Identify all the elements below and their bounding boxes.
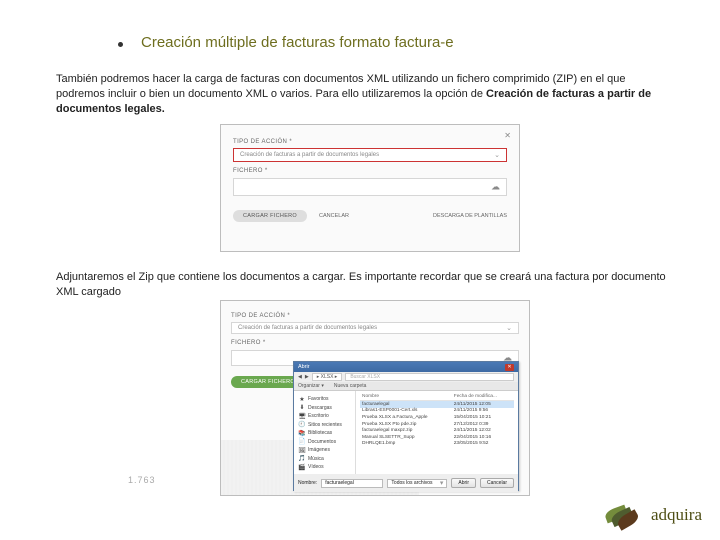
bullet-icon <box>118 42 123 47</box>
filetype-select[interactable]: Todos los archivos▾ <box>387 479 447 488</box>
dialog-titlebar[interactable]: Abrir ✕ <box>294 362 518 372</box>
folder-icon: 📄 <box>298 438 306 445</box>
dialog-search[interactable]: Buscar XLSX <box>345 373 514 381</box>
folder-icon: 🕘 <box>298 421 306 428</box>
logo-text: adquira <box>651 505 702 525</box>
close-icon[interactable]: ✕ <box>504 131 511 140</box>
chevron-down-icon: ⌄ <box>494 151 500 159</box>
tree-item[interactable]: ★Favoritos <box>298 396 351 403</box>
chevron-down-icon: ▾ <box>440 479 444 487</box>
heading-text: Creación múltiple de facturas formato fa… <box>141 34 454 51</box>
dialog-address-bar: ◀ ▶ ▸ XLSX ▸ Buscar XLSX <box>294 372 518 382</box>
cargar-fichero-button[interactable]: CARGAR FICHERO <box>233 210 307 222</box>
select-tipo-value: Creación de facturas a partir de documen… <box>240 152 379 158</box>
folder-icon: 📚 <box>298 430 306 437</box>
filename-input[interactable]: facturaelegal <box>321 479 383 488</box>
tree-item[interactable]: 🎬Vídeos <box>298 464 351 471</box>
toolbar-new-folder[interactable]: Nueva carpeta <box>334 383 367 389</box>
tree-item[interactable]: 🖥Escritorio <box>298 413 351 420</box>
dialog-title: Abrir <box>298 364 310 370</box>
nav-back-icon[interactable]: ◀ <box>298 374 302 380</box>
folder-icon: 🖥 <box>298 413 306 420</box>
cancel-button[interactable]: Cancelar <box>480 478 514 488</box>
label-fichero: FICHERO * <box>233 168 507 174</box>
nav-fwd-icon[interactable]: ▶ <box>305 374 309 380</box>
folder-icon: 🖼 <box>298 447 306 454</box>
paragraph-adjuntar: Adjuntaremos el Zip que contiene los doc… <box>56 270 668 300</box>
cancelar-link[interactable]: CANCELAR <box>319 213 349 219</box>
tree-item[interactable]: 🎵Música <box>298 455 351 462</box>
toolbar-organize[interactable]: Organizar ▾ <box>298 383 324 389</box>
select-tipo-value-2: Creación de facturas a partir de documen… <box>238 325 377 331</box>
folder-icon: 🎬 <box>298 464 306 471</box>
background-number-text: 1.763 <box>128 475 156 485</box>
embedded-form-tipo: ✕ TIPO DE ACCIÓN * Creación de facturas … <box>220 124 520 252</box>
label-tipo-accion: TIPO DE ACCIÓN * <box>233 139 507 145</box>
dialog-toolbar: Organizar ▾ Nueva carpeta <box>294 382 518 391</box>
label-fichero-2: FICHERO * <box>231 340 519 346</box>
file-row[interactable]: facturaelegal maxpz.zip24/11/2015 12:02 <box>360 427 514 434</box>
logo-mark-icon <box>601 504 647 526</box>
chevron-down-icon: ⌄ <box>506 324 512 332</box>
adquira-logo: adquira <box>601 504 702 526</box>
embedded-form-dialog: TIPO DE ACCIÓN * Creación de facturas a … <box>220 300 530 496</box>
tree-item[interactable]: 📄Documentos <box>298 438 351 445</box>
select-tipo-accion-2[interactable]: Creación de facturas a partir de documen… <box>231 322 519 334</box>
tree-item[interactable]: 🖼Imágenes <box>298 447 351 454</box>
dialog-close-icon[interactable]: ✕ <box>505 364 514 371</box>
tree-item[interactable]: 🕘Sitios recientes <box>298 421 351 428</box>
upload-field[interactable]: ☁ <box>233 178 507 196</box>
file-row[interactable]: Prueba XLSX Pto pde.zip27/12/2012 0:39 <box>360 421 514 428</box>
col-date[interactable]: Fecha de modifica... <box>452 393 514 401</box>
file-row[interactable]: Prueba XLSX a.Factura_Apple15/04/2015 10… <box>360 414 514 421</box>
filename-label: Nombre: <box>298 480 317 486</box>
dialog-tree: ★Favoritos⬇Descargas 🖥Escritorio🕘Sitios r… <box>294 391 356 474</box>
col-name[interactable]: Nombre <box>360 393 452 401</box>
breadcrumb[interactable]: ▸ XLSX ▸ <box>312 373 343 381</box>
descarga-plantillas-link[interactable]: DESCARGA DE PLANTILLAS <box>433 213 507 219</box>
cloud-upload-icon: ☁ <box>491 182 500 193</box>
file-row[interactable]: Libras1-ESP0001-Cert.xls24/11/2015 9:56 <box>360 408 514 415</box>
file-row[interactable]: DHRLQE1.bmp23/05/2015 9:52 <box>360 441 514 448</box>
select-tipo-accion[interactable]: Creación de facturas a partir de documen… <box>233 148 507 162</box>
folder-icon: 🎵 <box>298 455 306 462</box>
file-row[interactable]: Manual SLSETTR_Supp22/04/2015 10:16 <box>360 434 514 441</box>
paragraph-intro: También podremos hacer la carga de factu… <box>56 72 668 117</box>
file-row[interactable]: facturaelegal24/11/2015 12:05 <box>360 401 514 408</box>
dialog-footer: Nombre: facturaelegal Todos los archivos… <box>294 474 518 492</box>
open-button[interactable]: Abrir <box>451 478 476 488</box>
folder-icon: ⬇ <box>298 404 306 411</box>
tree-item[interactable]: 📚Bibliotecas <box>298 430 351 437</box>
label-tipo-accion-2: TIPO DE ACCIÓN * <box>231 313 519 319</box>
tree-item[interactable]: ⬇Descargas <box>298 404 351 411</box>
file-open-dialog: Abrir ✕ ◀ ▶ ▸ XLSX ▸ Buscar XLSX Organiz… <box>293 361 519 491</box>
folder-icon: ★ <box>298 396 306 403</box>
heading-row: Creación múltiple de facturas formato fa… <box>118 34 678 51</box>
dialog-file-list: Nombre Fecha de modifica... facturaelega… <box>356 391 518 474</box>
